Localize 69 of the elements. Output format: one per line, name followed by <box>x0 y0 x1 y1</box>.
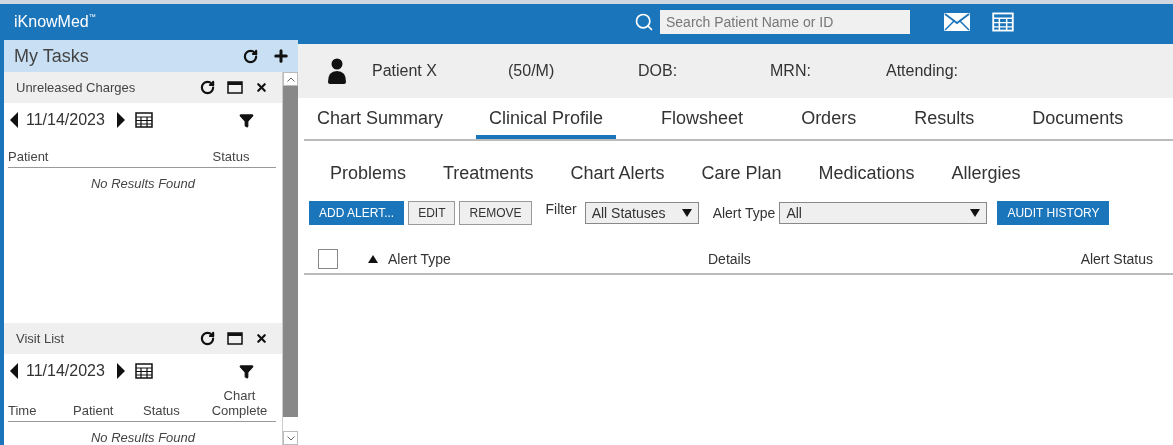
widget-title: Visit List <box>16 331 66 346</box>
column-header-label[interactable]: Alert Type <box>388 251 451 267</box>
refresh-icon[interactable] <box>200 80 215 95</box>
calendar-icon[interactable] <box>134 112 153 128</box>
next-icon[interactable] <box>116 112 125 128</box>
dropdown-caret-icon[interactable] <box>681 209 692 217</box>
refresh-icon[interactable] <box>243 48 258 64</box>
mail-icon[interactable] <box>944 13 970 31</box>
empty-message: No Results Found <box>89 175 197 191</box>
dropdown-caret-icon[interactable] <box>970 209 981 217</box>
search-field[interactable]: Search Patient Name or ID <box>660 10 910 34</box>
patient-age-sex: (50/M) <box>508 62 556 80</box>
tab[interactable]: Documents <box>1019 101 1137 139</box>
alert-type-dropdown[interactable]: All <box>779 202 988 224</box>
close-icon[interactable] <box>255 81 268 94</box>
subtab[interactable]: Chart Alerts <box>570 162 665 184</box>
column-header: Chart Complete <box>210 388 269 418</box>
subtab[interactable]: Medications <box>818 162 915 184</box>
column-header[interactable]: Details <box>708 251 1081 267</box>
column-header: Time <box>8 403 38 418</box>
remove-button[interactable]: REMOVE <box>459 201 532 225</box>
sort-ascending-icon[interactable] <box>368 255 378 263</box>
sidebar-title: My Tasks <box>14 45 90 67</box>
tab[interactable]: Flowsheet <box>648 101 757 139</box>
date-text: 11/14/2023 <box>26 362 105 380</box>
column-header: Status <box>143 403 181 418</box>
tab[interactable]: Results <box>901 101 988 139</box>
column-header: Patient <box>8 149 50 164</box>
window-icon[interactable] <box>227 332 243 345</box>
add-icon[interactable] <box>272 47 290 65</box>
filter-icon[interactable] <box>239 363 254 379</box>
tab[interactable]: Clinical Profile <box>476 101 617 139</box>
scroll-up-icon[interactable] <box>286 76 295 82</box>
widget-title: Unreleased Charges <box>16 80 137 95</box>
subtab[interactable]: Allergies <box>951 162 1021 184</box>
column-header[interactable]: Alert Status <box>1080 251 1153 267</box>
patient-name: Patient X <box>372 62 438 80</box>
calendar-icon[interactable] <box>134 363 153 379</box>
audit-history-button[interactable]: AUDIT HISTORY <box>997 201 1110 225</box>
person-icon <box>328 58 346 84</box>
previous-icon[interactable] <box>10 363 18 379</box>
patient-field-label: DOB: <box>638 62 679 80</box>
column-header[interactable]: Alert Type <box>368 251 708 267</box>
subtab[interactable]: Treatments <box>443 162 534 184</box>
edit-button[interactable]: EDIT <box>408 201 456 225</box>
column-header: Patient <box>73 403 115 418</box>
window-icon[interactable] <box>227 81 243 94</box>
add-alert-button[interactable]: ADD ALERT... <box>309 201 405 225</box>
column-header: Status <box>211 149 251 164</box>
tab[interactable]: Chart Summary <box>304 101 457 139</box>
subtab[interactable]: Problems <box>330 162 407 184</box>
scroll-down-icon[interactable] <box>286 435 295 441</box>
status-dropdown[interactable]: All Statuses <box>584 202 699 224</box>
filter-label: Filter <box>545 201 577 217</box>
patient-field-label: MRN: <box>770 62 812 80</box>
tab[interactable]: Orders <box>788 101 870 139</box>
select-all-checkbox[interactable] <box>318 249 338 269</box>
subtab[interactable]: Care Plan <box>701 162 782 184</box>
previous-icon[interactable] <box>10 112 18 128</box>
filter-icon[interactable] <box>239 112 254 128</box>
search-icon[interactable] <box>634 12 654 32</box>
empty-message: No Results Found <box>89 429 197 445</box>
next-icon[interactable] <box>116 363 125 379</box>
alert-type-label: Alert Type <box>712 205 776 221</box>
refresh-icon[interactable] <box>200 331 215 346</box>
patient-field-label: Attending: <box>886 62 960 80</box>
date-text: 11/14/2023 <box>26 111 105 129</box>
scrollbar[interactable] <box>282 72 298 445</box>
close-icon[interactable] <box>255 332 268 345</box>
